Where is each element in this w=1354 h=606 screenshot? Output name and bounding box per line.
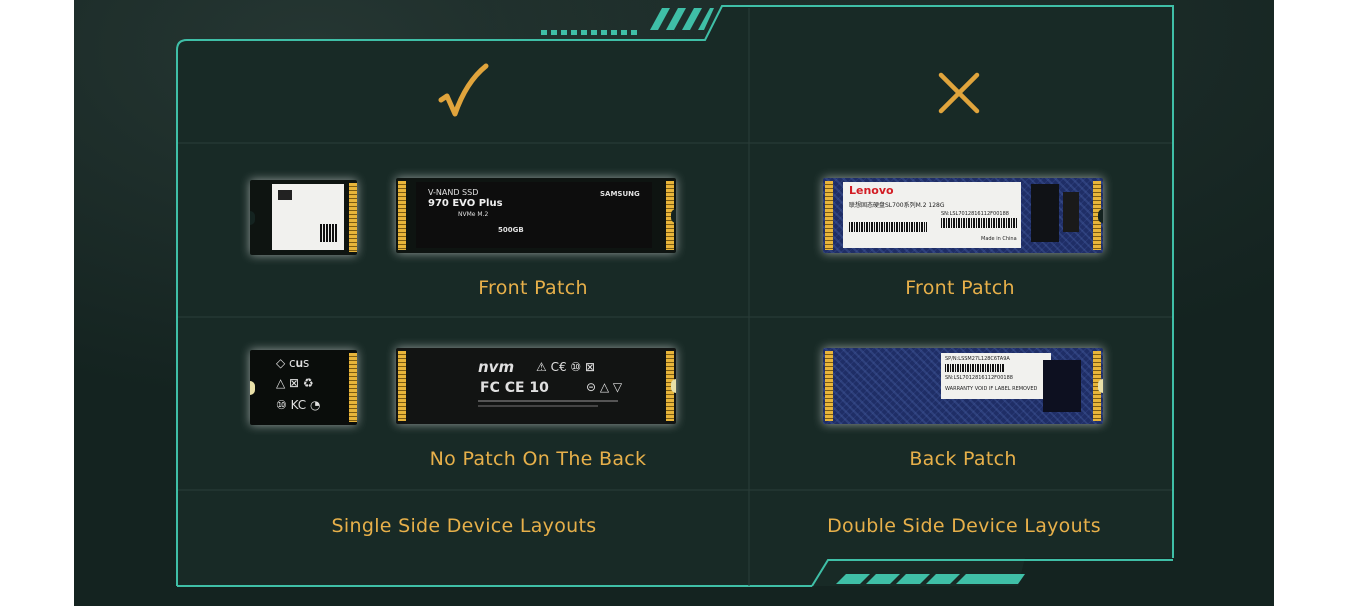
lenovo-model: 联想固态硬盘SL700系列M.2 128G (849, 202, 945, 209)
check-mark-icon (438, 63, 489, 117)
panel-background (177, 6, 1173, 586)
lenovo-back-sn2: SN:LSL7012816112F00188 (945, 375, 1013, 381)
lenovo-sl700-front-image: Lenovo 联想固态硬盘SL700系列M.2 128G SN:LSL70128… (823, 178, 1103, 253)
lenovo-made: Made in China (981, 236, 1017, 242)
samsung-capacity: 500GB (498, 226, 524, 234)
ssd-2230-front-image (250, 180, 357, 255)
samsung-sub: NVMe M.2 (458, 211, 489, 218)
right-row2-caption: Back Patch (909, 448, 1017, 470)
left-row2-caption: No Patch On The Back (429, 448, 647, 470)
panel-frame (176, 5, 1174, 587)
left-row1-caption: Front Patch (478, 277, 588, 299)
samsung-back-logo: nvm (478, 358, 515, 376)
double-side-layout-label: Double Side Device Layouts (827, 515, 1101, 537)
samsung-970-evo-plus-back-image: nvm FC CE 10 ⚠ C€ ⑩ ⊠ ⊝ △ ▽ (396, 348, 676, 424)
lenovo-back-sn1: SP/N:LSSM27L128C6TA9A (945, 356, 1010, 362)
samsung-back-marks: FC CE 10 (480, 380, 549, 396)
cross-mark-icon (938, 72, 980, 114)
lenovo-sn: SN:LSL7012816112F00188 (941, 211, 1009, 217)
samsung-line1: V-NAND SSD (428, 188, 479, 197)
right-row1-caption: Front Patch (905, 277, 1015, 299)
samsung-970-evo-plus-front-image: V-NAND SSD 970 EVO Plus NVMe M.2 500GB S… (396, 178, 676, 253)
lenovo-sl700-back-image: SP/N:LSSM27L128C6TA9A SN:LSL7012816112F0… (823, 348, 1103, 424)
samsung-brand: SAMSUNG (600, 190, 640, 198)
lenovo-back-warranty: WARRANTY VOID IF LABEL REMOVED (945, 386, 1038, 392)
ssd-2230-back-image: ◇ c𝐮s △ ⊠ ♻ ⑩ KC ◔ (250, 350, 357, 425)
top-stripe-decoration (541, 8, 714, 35)
lenovo-brand: Lenovo (849, 184, 894, 197)
samsung-model: 970 EVO Plus (428, 198, 503, 209)
single-side-layout-label: Single Side Device Layouts (331, 515, 597, 537)
